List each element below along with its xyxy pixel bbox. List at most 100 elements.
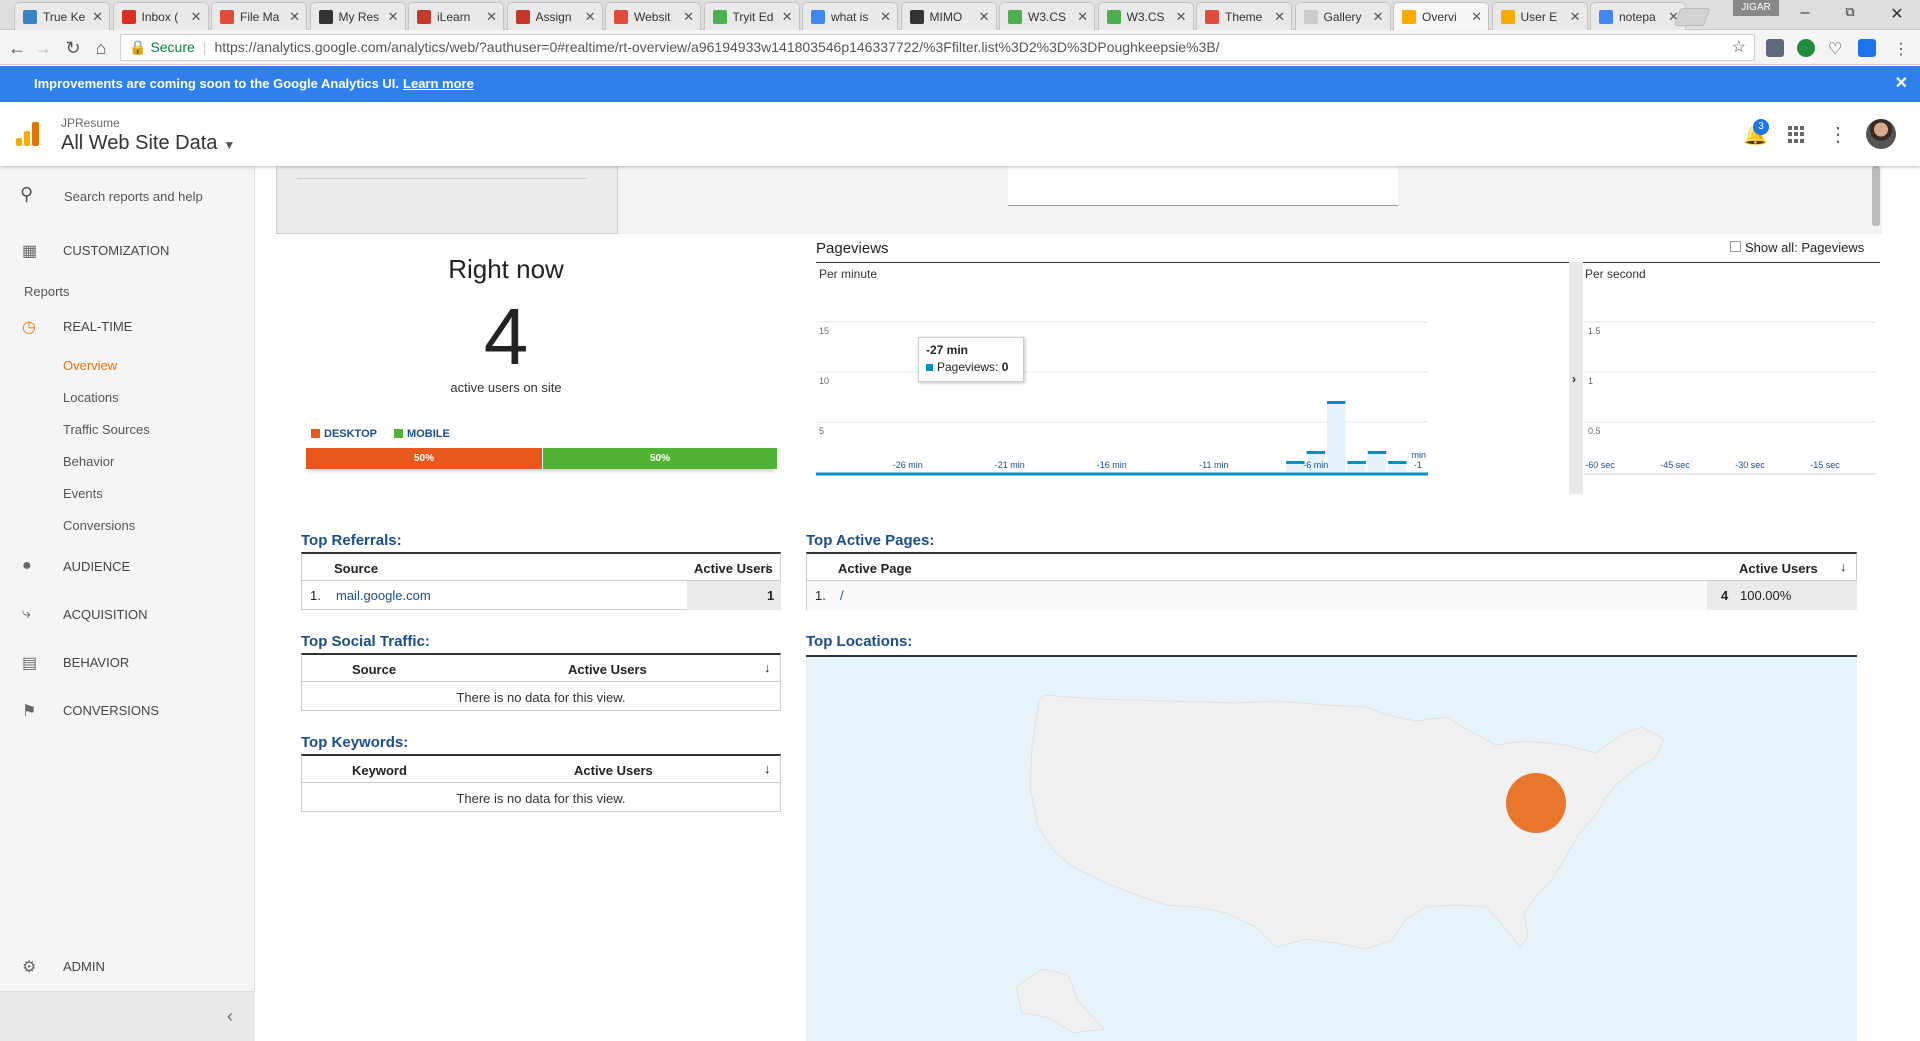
account-name[interactable]: JPResume xyxy=(61,116,120,130)
sidebar-item-acquisition[interactable]: ⤷ ACQUISITION xyxy=(0,596,255,632)
browser-tab[interactable]: Websit ✕ xyxy=(605,2,701,30)
bar[interactable] xyxy=(1347,461,1366,464)
learn-more-link[interactable]: Learn more xyxy=(403,76,474,91)
browser-tab[interactable]: Overvi ✕ xyxy=(1393,2,1489,30)
minimize-icon[interactable]: – xyxy=(1790,4,1820,22)
tab-close-icon[interactable]: ✕ xyxy=(979,9,990,25)
tab-close-icon[interactable]: ✕ xyxy=(1570,9,1581,25)
browser-tab[interactable]: Theme ✕ xyxy=(1196,2,1292,30)
show-all-checkbox[interactable] xyxy=(1730,241,1741,252)
row-source-link[interactable]: mail.google.com xyxy=(336,588,431,603)
browser-tab[interactable]: W3.CS ✕ xyxy=(1097,2,1194,30)
apps-grid-icon[interactable] xyxy=(1788,126,1805,143)
mobile-segment[interactable]: 50% xyxy=(542,448,777,469)
sidebar-item-behavior[interactable]: ▤ BEHAVIOR xyxy=(0,644,255,680)
tab-close-icon[interactable]: ✕ xyxy=(1373,9,1384,25)
forward-icon[interactable]: → xyxy=(32,37,54,59)
sidebar-sub-overview[interactable]: Overview xyxy=(63,358,117,373)
sidebar-sub-traffic-sources[interactable]: Traffic Sources xyxy=(63,422,150,437)
browser-menu-icon[interactable]: ⋮ xyxy=(1892,39,1910,58)
browser-tab[interactable]: iLearn ✕ xyxy=(408,2,504,30)
sidebar-sub-behavior[interactable]: Behavior xyxy=(63,454,114,469)
desktop-segment[interactable]: 50% xyxy=(306,448,542,469)
bar[interactable] xyxy=(1388,461,1407,464)
search-reports[interactable]: ⚲ Search reports and help xyxy=(0,166,255,226)
bar[interactable] xyxy=(1286,461,1305,464)
address-bar[interactable]: 🔒 Secure | https://analytics.google.com/ana… xyxy=(120,34,1755,61)
close-window-icon[interactable]: ✕ xyxy=(1882,4,1912,24)
show-all-toggle[interactable]: Show all: Pageviews xyxy=(1730,240,1864,255)
home-icon[interactable]: ⌂ xyxy=(90,37,112,59)
tab-close-icon[interactable]: ✕ xyxy=(289,9,300,25)
tab-close-icon[interactable]: ✕ xyxy=(1176,9,1187,25)
property-selector[interactable]: All Web Site Data ▼ xyxy=(61,132,235,155)
banner-close-icon[interactable]: ✕ xyxy=(1895,66,1908,102)
browser-tab[interactable]: User E ✕ xyxy=(1491,2,1588,30)
bar[interactable] xyxy=(1306,451,1325,454)
sidebar-sub-events[interactable]: Events xyxy=(63,486,103,501)
more-options-icon[interactable]: ⋮ xyxy=(1828,122,1848,147)
col-active-users[interactable]: Active Users xyxy=(568,662,647,677)
browser-tab[interactable]: what is ✕ xyxy=(802,2,898,30)
shield-extension-icon[interactable] xyxy=(1766,39,1784,57)
tab-close-icon[interactable]: ✕ xyxy=(585,9,596,25)
sort-arrow-icon[interactable]: ↓ xyxy=(1840,559,1847,574)
row-page-link[interactable]: / xyxy=(840,588,844,603)
new-tab-button[interactable] xyxy=(1673,8,1711,26)
col-source[interactable]: Source xyxy=(334,561,378,576)
col-active-page[interactable]: Active Page xyxy=(838,561,912,576)
tab-close-icon[interactable]: ✕ xyxy=(782,9,793,25)
col-active-users[interactable]: Active Users xyxy=(1739,561,1818,576)
tab-close-icon[interactable]: ✕ xyxy=(683,9,694,25)
col-keyword[interactable]: Keyword xyxy=(352,763,407,778)
bar[interactable] xyxy=(1327,401,1346,404)
browser-tab[interactable]: Assign ✕ xyxy=(506,2,603,30)
tab-close-icon[interactable]: ✕ xyxy=(486,9,497,25)
reload-icon[interactable]: ↻ xyxy=(62,37,84,59)
tab-close-icon[interactable]: ✕ xyxy=(1077,9,1088,25)
table-row[interactable]: 1. / 4 100.00% xyxy=(807,581,1857,610)
collapse-sidebar[interactable]: ‹ xyxy=(0,991,255,1041)
sidebar-sub-locations[interactable]: Locations xyxy=(63,390,119,405)
sidebar-item-audience[interactable]: ● AUDIENCE xyxy=(0,548,255,584)
profile-name[interactable]: JIGAR xyxy=(1733,0,1779,16)
browser-tab[interactable]: True Ke ✕ xyxy=(14,2,110,30)
extension-icon[interactable] xyxy=(1797,39,1815,57)
table-row[interactable]: 1. mail.google.com 1 xyxy=(302,581,781,610)
sort-arrow-icon[interactable]: ↓ xyxy=(764,761,771,776)
browser-tab[interactable]: Tryit Ed ✕ xyxy=(703,2,800,30)
bookmark-star-icon[interactable]: ☆ xyxy=(1732,35,1746,60)
sort-arrow-icon[interactable]: ↓ xyxy=(764,559,771,574)
sidebar-item-realtime[interactable]: ◷ REAL-TIME xyxy=(0,308,255,344)
sidebar-item-customization[interactable]: ▦ CUSTOMIZATION xyxy=(0,232,255,268)
sidebar-item-admin[interactable]: ⚙ ADMIN xyxy=(0,948,255,984)
browser-tab[interactable]: notepa ✕ xyxy=(1590,2,1686,30)
tab-close-icon[interactable]: ✕ xyxy=(1471,9,1482,25)
col-active-users[interactable]: Active Users xyxy=(694,561,773,576)
browser-tab[interactable]: File Ma ✕ xyxy=(211,2,307,30)
scrollbar[interactable] xyxy=(1872,166,1880,226)
sidebar-sub-conversions[interactable]: Conversions xyxy=(63,518,135,533)
browser-tab[interactable]: Gallery ✕ xyxy=(1294,2,1391,30)
browser-tab[interactable]: Inbox (✕ xyxy=(112,2,209,30)
location-marker[interactable] xyxy=(1506,773,1566,833)
col-active-users[interactable]: Active Users xyxy=(574,763,653,778)
browser-tab[interactable]: MIMO ✕ xyxy=(900,2,997,30)
tab-close-icon[interactable]: ✕ xyxy=(1274,9,1285,25)
puzzle-extension-icon[interactable] xyxy=(1858,39,1876,57)
tab-close-icon[interactable]: ✕ xyxy=(191,9,202,25)
col-source[interactable]: Source xyxy=(352,662,396,677)
avatar[interactable] xyxy=(1866,119,1896,149)
locations-map[interactable] xyxy=(806,655,1857,1041)
tab-close-icon[interactable]: ✕ xyxy=(92,9,103,25)
restore-icon[interactable]: ⧉ xyxy=(1835,4,1865,20)
back-icon[interactable]: ← xyxy=(6,37,28,59)
browser-tab[interactable]: My Res ✕ xyxy=(309,2,406,30)
heart-extension-icon[interactable]: ♡ xyxy=(1828,39,1846,58)
bar[interactable] xyxy=(1367,451,1387,454)
tab-close-icon[interactable]: ✕ xyxy=(880,9,891,25)
browser-tab[interactable]: W3.CS ✕ xyxy=(999,2,1095,30)
sidebar-item-conversions[interactable]: ⚑ CONVERSIONS xyxy=(0,692,255,728)
analytics-logo[interactable] xyxy=(16,122,40,146)
sort-arrow-icon[interactable]: ↓ xyxy=(764,660,771,675)
